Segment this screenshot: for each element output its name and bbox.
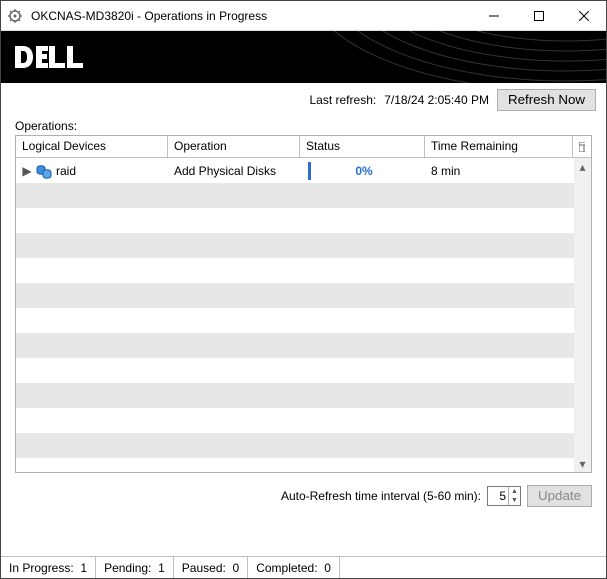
refresh-now-button[interactable]: Refresh Now [497,89,596,111]
table-row [16,308,591,333]
dell-logo [15,44,99,70]
table-body: ▶ raid Add Physical Disks 0% 8 min [16,158,591,472]
progress-value: 0% [355,164,372,178]
expand-icon[interactable]: ▶ [22,164,32,178]
window-title: OKCNAS-MD3820i - Operations in Progress [29,9,471,23]
table-row [16,258,591,283]
cell-time-remaining: 8 min [425,158,574,183]
brand-banner [1,31,606,83]
status-paused: Paused: 0 [174,557,248,578]
update-button[interactable]: Update [527,485,592,507]
auto-refresh-row: Auto-Refresh time interval (5-60 min): ▲… [1,473,606,517]
last-refresh-value: 7/18/24 2:05:40 PM [384,93,489,107]
close-button[interactable] [561,1,606,30]
window-controls [471,1,606,30]
last-refresh-label: Last refresh: [310,93,377,107]
table-header: Logical Devices Operation Status Time Re… [16,136,591,158]
table-row [16,183,591,208]
statusbar: In Progress: 1 Pending: 1 Paused: 0 Comp… [1,556,606,578]
table-row [16,358,591,383]
cell-logical-device: ▶ raid [16,158,168,183]
interval-stepper[interactable]: ▲ ▼ [487,486,521,506]
scroll-down-icon[interactable]: ▾ [574,455,591,472]
col-time-remaining[interactable]: Time Remaining [425,136,573,157]
table-row [16,333,591,358]
table-row [16,208,591,233]
stepper-down-icon[interactable]: ▼ [509,496,520,505]
cell-status: 0% [300,158,425,183]
status-pending: Pending: 1 [96,557,174,578]
interval-input[interactable] [488,487,508,505]
cell-operation: Add Physical Disks [168,158,300,183]
table-scrollbar[interactable]: ▴ ▾ [574,158,591,472]
maximize-button[interactable] [516,1,561,30]
table-row [16,408,591,433]
table-row[interactable]: ▶ raid Add Physical Disks 0% 8 min [16,158,591,183]
scroll-up-icon[interactable]: ▴ [574,158,591,175]
status-in-progress: In Progress: 1 [1,557,96,578]
progress-bar: 0% [308,162,417,180]
banner-arcs [266,31,606,83]
col-status[interactable]: Status [300,136,425,157]
stepper-up-icon[interactable]: ▲ [509,487,520,496]
status-completed: Completed: 0 [248,557,340,578]
column-config-button[interactable] [573,136,591,157]
operations-table: Logical Devices Operation Status Time Re… [15,135,592,473]
operations-label: Operations: [1,117,606,135]
titlebar: OKCNAS-MD3820i - Operations in Progress [1,1,606,31]
table-row [16,283,591,308]
auto-refresh-label: Auto-Refresh time interval (5-60 min): [281,489,481,503]
app-window: OKCNAS-MD3820i - Operations in Progress [0,0,607,579]
table-row [16,233,591,258]
disk-group-icon [36,163,52,179]
table-row [16,383,591,408]
minimize-button[interactable] [471,1,516,30]
col-logical-devices[interactable]: Logical Devices [16,136,168,157]
device-name: raid [56,164,76,178]
app-icon [7,8,23,24]
col-operation[interactable]: Operation [168,136,300,157]
column-config-icon [579,142,585,152]
table-row [16,433,591,458]
refresh-row: Last refresh: 7/18/24 2:05:40 PM Refresh… [1,83,606,117]
